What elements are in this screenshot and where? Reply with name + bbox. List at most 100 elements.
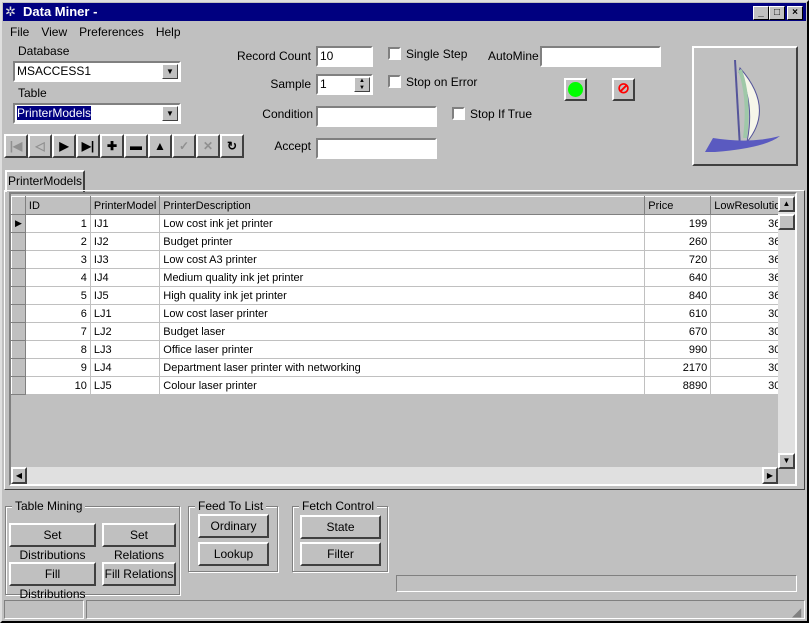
grid-cell[interactable]: 2 bbox=[24, 232, 91, 251]
ordinary-button[interactable]: Ordinary bbox=[198, 514, 269, 538]
grid-cell[interactable]: 840 bbox=[644, 286, 712, 305]
start-button[interactable] bbox=[564, 78, 587, 101]
sample-spinner[interactable]: 1 ▲ ▼ bbox=[316, 74, 373, 95]
row-indicator[interactable] bbox=[11, 250, 26, 269]
grid-cell[interactable]: IJ2 bbox=[89, 232, 161, 251]
close-button[interactable]: × bbox=[787, 6, 803, 20]
grid-cell[interactable]: IJ5 bbox=[89, 286, 161, 305]
vertical-scrollbar[interactable]: ▲ ▼ bbox=[778, 196, 795, 469]
single-step-checkbox[interactable] bbox=[388, 47, 401, 60]
grid-cell[interactable]: LJ1 bbox=[89, 304, 161, 323]
grid-cell[interactable]: 2170 bbox=[644, 358, 712, 377]
horizontal-scrollbar[interactable]: ◀ ▶ bbox=[11, 467, 778, 484]
grid-cell[interactable]: 1 bbox=[24, 214, 91, 233]
spinner-arrows-icon[interactable]: ▲ ▼ bbox=[354, 77, 370, 92]
grid-cell[interactable]: High quality ink jet printer bbox=[159, 286, 646, 305]
minimize-button[interactable]: _ bbox=[753, 6, 769, 20]
maximize-button[interactable]: □ bbox=[769, 6, 785, 20]
table-row[interactable]: 3IJ3Low cost A3 printer720360 bbox=[11, 250, 791, 269]
row-indicator[interactable] bbox=[11, 376, 26, 395]
row-indicator[interactable] bbox=[11, 322, 26, 341]
grid-cell[interactable]: Low cost A3 printer bbox=[159, 250, 646, 269]
grid-cell[interactable]: Office laser printer bbox=[159, 340, 646, 359]
column-header[interactable]: PrinterModel bbox=[89, 196, 161, 215]
stop-on-error-checkbox[interactable] bbox=[388, 75, 401, 88]
grid-cell[interactable]: IJ3 bbox=[89, 250, 161, 269]
scroll-thumb[interactable] bbox=[778, 214, 795, 230]
scroll-right-button[interactable]: ▶ bbox=[762, 467, 778, 484]
set-distributions-button[interactable]: Set Distributions bbox=[9, 523, 96, 562]
row-indicator[interactable] bbox=[11, 358, 26, 377]
stop-button[interactable]: ⊘ bbox=[612, 78, 635, 101]
row-indicator[interactable] bbox=[11, 304, 26, 323]
scroll-down-button[interactable]: ▼ bbox=[778, 453, 795, 469]
grid-cell[interactable]: 640 bbox=[644, 268, 712, 287]
row-indicator[interactable] bbox=[11, 286, 26, 305]
resize-grip-icon[interactable]: ◢ bbox=[792, 605, 801, 619]
grid-cell[interactable]: IJ1 bbox=[89, 214, 161, 233]
accept-input[interactable] bbox=[316, 138, 437, 159]
row-indicator[interactable] bbox=[11, 340, 26, 359]
menu-preferences[interactable]: Preferences bbox=[79, 25, 144, 39]
grid-cell[interactable]: 8890 bbox=[644, 376, 712, 395]
post-button[interactable]: ✓ bbox=[172, 134, 196, 158]
record-count-input[interactable]: 10 bbox=[316, 46, 373, 67]
database-select[interactable]: MSACCESS1 ▼ bbox=[13, 61, 181, 82]
chevron-down-icon[interactable]: ▼ bbox=[162, 106, 178, 121]
condition-input[interactable] bbox=[316, 106, 437, 127]
column-header[interactable]: Price bbox=[644, 196, 712, 215]
grid-cell[interactable]: 720 bbox=[644, 250, 712, 269]
table-row[interactable]: 5IJ5High quality ink jet printer840360 bbox=[11, 286, 791, 305]
state-variables-button[interactable]: State Variables bbox=[300, 515, 381, 554]
grid-cell[interactable]: LJ2 bbox=[89, 322, 161, 341]
grid-cell[interactable]: LJ5 bbox=[89, 376, 161, 395]
grid-cell[interactable]: Colour laser printer bbox=[159, 376, 646, 395]
grid-cell[interactable]: 7 bbox=[24, 322, 91, 341]
next-button[interactable]: ▶ bbox=[52, 134, 76, 158]
grid-cell[interactable]: 4 bbox=[24, 268, 91, 287]
row-indicator[interactable] bbox=[11, 232, 26, 251]
grid-cell[interactable]: 9 bbox=[24, 358, 91, 377]
table-row[interactable]: 7LJ2Budget laser670300 bbox=[11, 322, 791, 341]
grid-cell[interactable]: Budget printer bbox=[159, 232, 646, 251]
grid-cell[interactable]: Department laser printer with networking bbox=[159, 358, 646, 377]
grid-cell[interactable]: 5 bbox=[24, 286, 91, 305]
grid-cell[interactable]: 6 bbox=[24, 304, 91, 323]
fill-relations-button[interactable]: Fill Relations bbox=[102, 562, 176, 586]
grid-cell[interactable]: IJ4 bbox=[89, 268, 161, 287]
chevron-down-icon[interactable]: ▼ bbox=[162, 64, 178, 79]
delete-button[interactable]: ▬ bbox=[124, 134, 148, 158]
grid-cell[interactable]: 990 bbox=[644, 340, 712, 359]
fill-distributions-button[interactable]: Fill Distributions bbox=[9, 562, 96, 601]
tab-printermodels[interactable]: PrinterModels bbox=[5, 170, 85, 192]
grid-cell[interactable]: Budget laser bbox=[159, 322, 646, 341]
grid-cell[interactable]: 8 bbox=[24, 340, 91, 359]
table-row[interactable]: ▶1IJ1Low cost ink jet printer199360 bbox=[11, 214, 791, 233]
stop-if-true-checkbox[interactable] bbox=[452, 107, 465, 120]
prev-button[interactable]: ◁ bbox=[28, 134, 52, 158]
cancel-button[interactable]: ✕ bbox=[196, 134, 220, 158]
grid-cell[interactable]: 3 bbox=[24, 250, 91, 269]
table-row[interactable]: 10LJ5Colour laser printer8890300 bbox=[11, 376, 791, 395]
column-header[interactable]: PrinterDescription bbox=[159, 196, 646, 215]
table-row[interactable]: 6LJ1Low cost laser printer610300 bbox=[11, 304, 791, 323]
grid-cell[interactable]: LJ4 bbox=[89, 358, 161, 377]
menu-view[interactable]: View bbox=[41, 25, 67, 39]
table-row[interactable]: 9 LJ4 Department laser printer with networ… bbox=[11, 358, 791, 377]
scroll-up-button[interactable]: ▲ bbox=[778, 196, 795, 212]
grid-cell[interactable]: Low cost ink jet printer bbox=[159, 214, 646, 233]
table-row[interactable]: 8LJ3Office laser printer990300 bbox=[11, 340, 791, 359]
automine-input[interactable] bbox=[540, 46, 661, 67]
table-row[interactable]: 4IJ4Medium quality ink jet printer640360 bbox=[11, 268, 791, 287]
set-relations-button[interactable]: Set Relations bbox=[102, 523, 176, 562]
menu-file[interactable]: File bbox=[10, 25, 29, 39]
add-button[interactable]: ✚ bbox=[100, 134, 124, 158]
filter-button[interactable]: Filter bbox=[300, 542, 381, 566]
row-indicator[interactable] bbox=[11, 268, 26, 287]
last-button[interactable]: ▶| bbox=[76, 134, 100, 158]
grid-cell[interactable]: 199 bbox=[644, 214, 712, 233]
first-button[interactable]: |◀ bbox=[4, 134, 28, 158]
column-header[interactable]: ID bbox=[24, 196, 91, 215]
menu-help[interactable]: Help bbox=[156, 25, 181, 39]
grid-cell[interactable]: 10 bbox=[24, 376, 91, 395]
